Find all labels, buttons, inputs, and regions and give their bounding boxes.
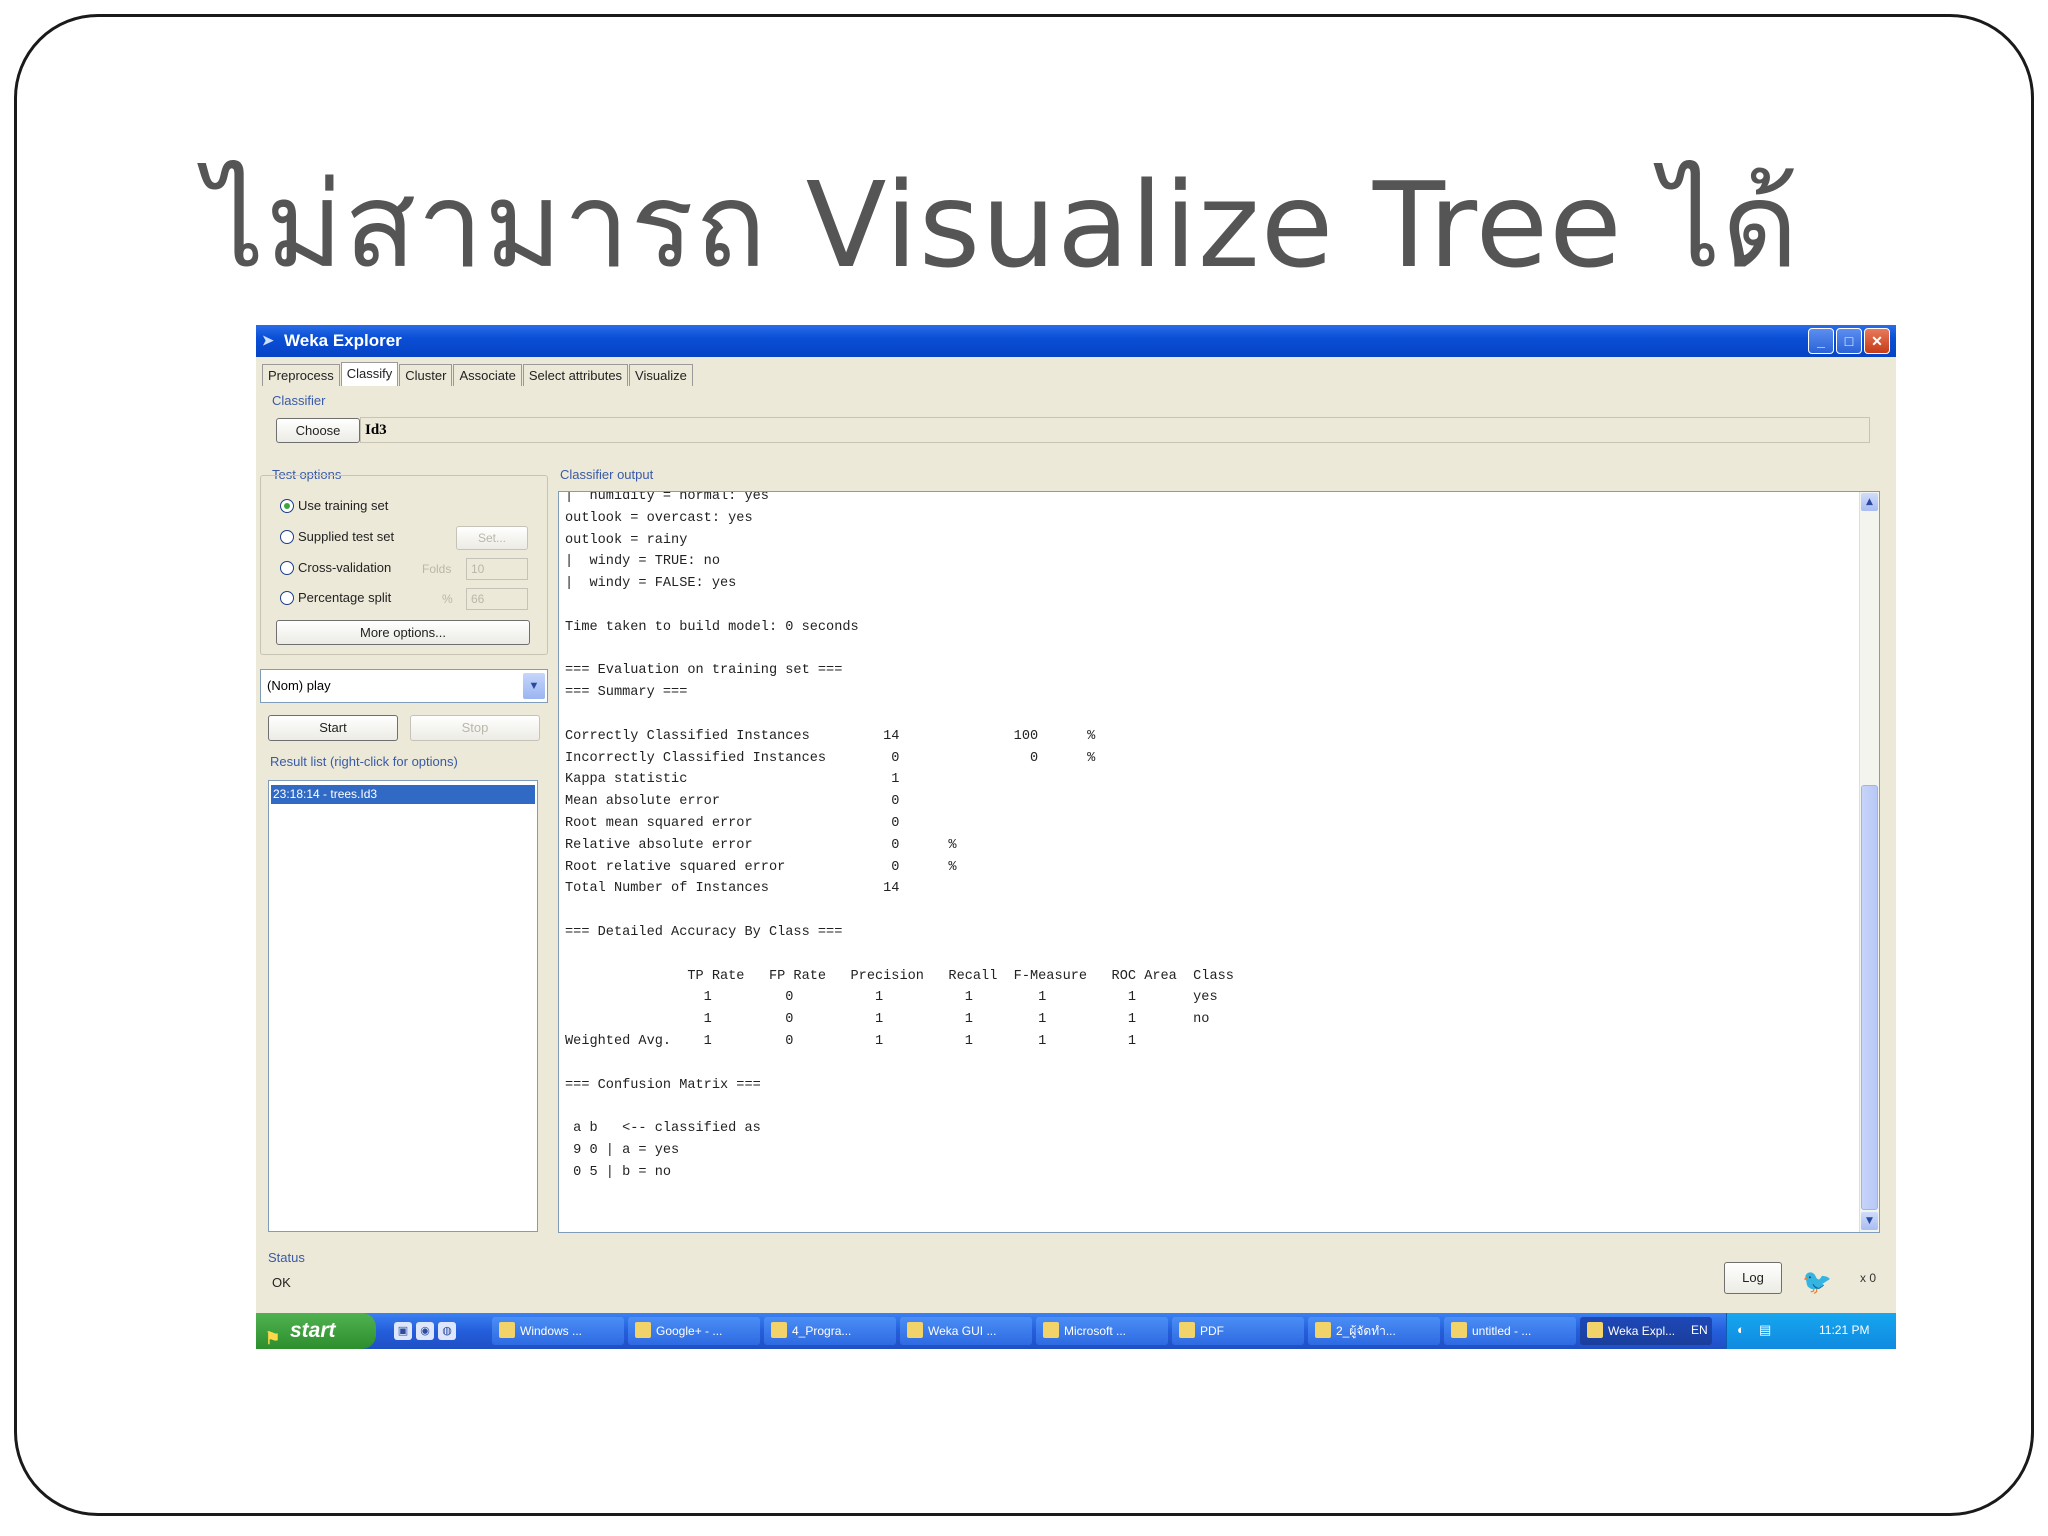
result-list-label: Result list (right-click for options): [270, 754, 458, 769]
class-attribute-value: (Nom) play: [267, 678, 331, 693]
document-icon: [1315, 1322, 1331, 1338]
close-button[interactable]: ✕: [1864, 328, 1890, 354]
task-label: Microsoft ...: [1064, 1324, 1127, 1338]
task-label: Weka GUI ...: [928, 1324, 997, 1338]
taskbar-task[interactable]: Weka GUI ...: [900, 1317, 1032, 1345]
task-label: Weka Expl...: [1608, 1324, 1676, 1338]
classifier-output-pane[interactable]: | humidity = normal: yes outlook = overc…: [558, 491, 1880, 1233]
more-options-button[interactable]: More options...: [276, 620, 530, 645]
task-label: 2_ผู้จัดทำ...: [1336, 1324, 1396, 1338]
supplied-test-set-option[interactable]: Supplied test set: [280, 529, 394, 544]
window-title: Weka Explorer: [284, 331, 402, 350]
folder-icon: [1179, 1322, 1195, 1338]
supplied-test-set-label: Supplied test set: [298, 529, 395, 544]
tab-associate[interactable]: Associate: [453, 364, 522, 386]
taskbar-task[interactable]: Google+ - ...: [628, 1317, 760, 1345]
powerpoint-icon: [1043, 1322, 1059, 1338]
task-label: Google+ - ...: [656, 1324, 723, 1338]
chrome-icon: [635, 1322, 651, 1338]
clock[interactable]: 11:21 PM: [1819, 1323, 1869, 1337]
radio-icon[interactable]: [280, 561, 294, 575]
start-label: start: [290, 1319, 336, 1342]
tab-cluster[interactable]: Cluster: [399, 364, 453, 386]
percentage-split-option[interactable]: Percentage split: [280, 590, 391, 605]
network-icon[interactable]: ◐: [1737, 1322, 1745, 1337]
task-label: PDF: [1200, 1324, 1224, 1338]
app-icon[interactable]: ◍: [438, 1322, 456, 1340]
window-icon: [499, 1322, 515, 1338]
use-training-set-label: Use training set: [298, 498, 389, 513]
percent-label: %: [442, 592, 453, 606]
cross-validation-option[interactable]: Cross-validation: [280, 560, 391, 575]
status-text: OK: [272, 1275, 291, 1290]
vertical-scrollbar[interactable]: ▲ ▼: [1859, 492, 1879, 1232]
windows-flag-icon: ⚑: [265, 1329, 281, 1348]
weka-bird-icon: ➤: [262, 332, 274, 348]
taskbar-task[interactable]: Windows ...: [492, 1317, 624, 1345]
taskbar-task[interactable]: Microsoft ...: [1036, 1317, 1168, 1345]
language-indicator[interactable]: EN: [1691, 1323, 1708, 1337]
set-button[interactable]: Set...: [456, 526, 528, 550]
percent-field[interactable]: 66: [466, 588, 528, 610]
task-label: 4_Progra...: [792, 1324, 852, 1338]
classifier-output-text[interactable]: | humidity = normal: yes outlook = overc…: [565, 492, 1234, 1184]
classifier-section-label: Classifier: [272, 393, 326, 408]
folder-icon: [771, 1322, 787, 1338]
result-list-item[interactable]: 23:18:14 - trees.Id3: [271, 785, 535, 804]
maximize-button[interactable]: □: [1836, 328, 1862, 354]
task-label: untitled - ...: [1472, 1324, 1532, 1338]
task-label: Windows ...: [520, 1324, 583, 1338]
tab-preprocess[interactable]: Preprocess: [262, 364, 340, 386]
class-attribute-select[interactable]: (Nom) play ▼: [260, 669, 548, 703]
result-list[interactable]: 23:18:14 - trees.Id3: [268, 780, 538, 1232]
weka-icon: [907, 1322, 923, 1338]
weka-bird-status-icon: 🐦: [1802, 1268, 1832, 1296]
browser-icon[interactable]: ◉: [416, 1322, 434, 1340]
log-button[interactable]: Log: [1724, 1262, 1782, 1294]
taskbar-task[interactable]: PDF: [1172, 1317, 1304, 1345]
classifier-name-field[interactable]: Id3: [360, 417, 1870, 443]
scroll-down-icon[interactable]: ▼: [1861, 1212, 1878, 1230]
radio-selected-icon[interactable]: [280, 499, 294, 513]
desktop-icon[interactable]: ▣: [394, 1322, 412, 1340]
use-training-set-option[interactable]: Use training set: [280, 498, 388, 513]
chevron-down-icon[interactable]: ▼: [523, 673, 545, 699]
folds-field[interactable]: 10: [466, 558, 528, 580]
stop-button[interactable]: Stop: [410, 715, 540, 741]
cross-validation-label: Cross-validation: [298, 560, 392, 575]
radio-icon[interactable]: [280, 530, 294, 544]
taskbar-task[interactable]: 2_ผู้จัดทำ...: [1308, 1317, 1440, 1345]
tab-classify[interactable]: Classify: [340, 362, 399, 386]
folds-label: Folds: [422, 562, 452, 576]
minimize-button[interactable]: _: [1808, 328, 1834, 354]
classifier-output-label: Classifier output: [560, 467, 654, 482]
volume-icon[interactable]: ▤: [1759, 1322, 1771, 1338]
slide-title: ไม่สามารถ Visualize Tree ได้: [205, 156, 1800, 294]
taskbar-task[interactable]: 4_Progra...: [764, 1317, 896, 1345]
choose-button[interactable]: Choose: [276, 418, 360, 443]
tab-select-attributes[interactable]: Select attributes: [522, 364, 629, 386]
system-tray: EN ◐ ▤ 11:21 PM: [1691, 1313, 1896, 1349]
taskbar-task[interactable]: untitled - ...: [1444, 1317, 1576, 1345]
weka-explorer-window: ➤ Weka Explorer _ □ ✕ Preprocess Classif…: [256, 325, 1896, 1348]
radio-icon[interactable]: [280, 591, 294, 605]
start-button-taskbar[interactable]: ⚑ start: [256, 1313, 376, 1349]
start-button[interactable]: Start: [268, 715, 398, 741]
paint-icon: [1451, 1322, 1467, 1338]
window-titlebar[interactable]: ➤ Weka Explorer _ □ ✕: [256, 325, 1896, 357]
tab-visualize[interactable]: Visualize: [629, 364, 693, 386]
task-count: x 0: [1860, 1271, 1877, 1285]
status-label: Status: [268, 1250, 305, 1265]
scroll-up-icon[interactable]: ▲: [1861, 493, 1878, 511]
weka-icon: [1587, 1322, 1603, 1338]
scrollbar-thumb[interactable]: [1861, 785, 1878, 1210]
tab-strip: Preprocess Classify Cluster Associate Se…: [262, 362, 694, 386]
taskbar: ⚑ start ▣ ◉ ◍ Windows ... Google+ - ... …: [256, 1313, 1896, 1349]
percentage-split-label: Percentage split: [298, 590, 392, 605]
